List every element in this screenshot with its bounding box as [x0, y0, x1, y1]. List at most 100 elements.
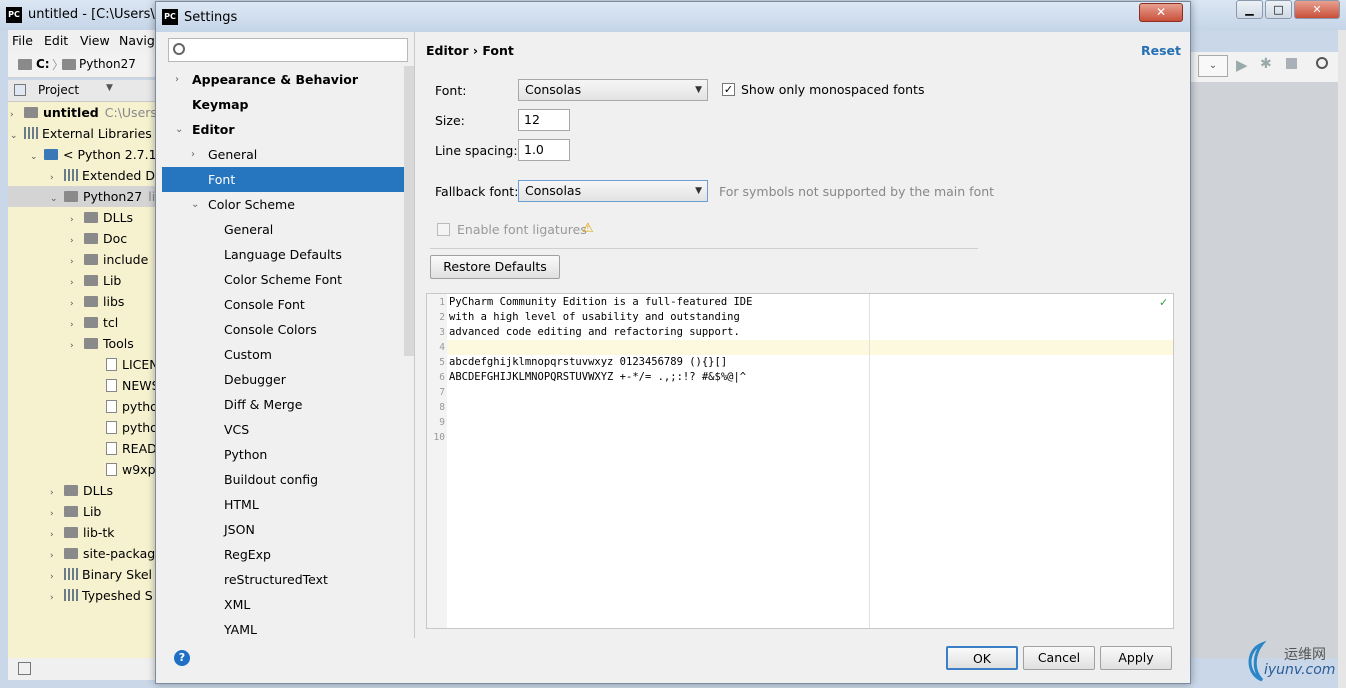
tree-item[interactable]: ⌄ External Libraries [8, 123, 163, 144]
tree-item[interactable]: ⌄ Python27 li [8, 186, 163, 207]
nav-item-general[interactable]: › General [162, 142, 414, 167]
project-tool-header[interactable]: Project ▼ [8, 80, 163, 102]
tree-item[interactable]: › Tools [8, 333, 163, 354]
tree-item[interactable]: › Doc [8, 228, 163, 249]
file-icon [106, 463, 117, 476]
nav-item-json[interactable]: JSON [162, 517, 414, 542]
nav-item-yaml[interactable]: YAML [162, 617, 414, 641]
tree-item[interactable]: › site-packag [8, 543, 163, 564]
tree-item[interactable]: › include [8, 249, 163, 270]
size-field[interactable]: 12 [518, 109, 570, 131]
ligatures-checkbox[interactable] [437, 223, 450, 236]
nav-item-appearance-behavior[interactable]: › Appearance & Behavior [162, 67, 414, 92]
folder-icon [64, 527, 78, 538]
tree-item[interactable]: › Extended D [8, 165, 163, 186]
preview-line: PyCharm Community Edition is a full-feat… [449, 296, 753, 308]
tree-item[interactable]: › Lib [8, 270, 163, 291]
breadcrumb-python27[interactable]: Python27 [79, 57, 136, 71]
dialog-title: Settings [184, 10, 238, 25]
nav-item-restructuredtext[interactable]: reStructuredText [162, 567, 414, 592]
nav-item-font[interactable]: Font [162, 167, 414, 192]
menu-navigate[interactable]: Navig [119, 33, 155, 48]
nav-item-label: Python [224, 447, 268, 462]
tree-item[interactable]: › DLLs [8, 480, 163, 501]
nav-item-custom[interactable]: Custom [162, 342, 414, 367]
restore-defaults-button[interactable]: Restore Defaults [430, 255, 560, 279]
search-icon[interactable] [1316, 57, 1328, 69]
nav-item-keymap[interactable]: Keymap [162, 92, 414, 117]
nav-item-color-scheme-font[interactable]: Color Scheme Font [162, 267, 414, 292]
tree-item[interactable]: › DLLs [8, 207, 163, 228]
tree-item[interactable]: READM [8, 438, 163, 459]
nav-item-general[interactable]: General [162, 217, 414, 242]
fallback-font-value: Consolas [525, 183, 582, 198]
reset-link[interactable]: Reset [1141, 43, 1181, 58]
nav-item-buildout-config[interactable]: Buildout config [162, 467, 414, 492]
chevron-down-icon[interactable]: ⌄ [191, 192, 199, 217]
help-icon[interactable]: ? [174, 650, 190, 666]
stop-icon[interactable] [1286, 58, 1297, 69]
nav-item-language-defaults[interactable]: Language Defaults [162, 242, 414, 267]
debug-icon[interactable]: ✱ [1260, 56, 1272, 72]
library-icon [64, 589, 78, 601]
folder-icon [24, 107, 38, 118]
tree-item[interactable]: w9xpop [8, 459, 163, 480]
nav-item-editor[interactable]: ⌄ Editor [162, 117, 414, 142]
line-spacing-field[interactable]: 1.0 [518, 139, 570, 161]
run-config-dropdown-icon[interactable]: ⌄ [1198, 55, 1228, 77]
monospaced-checkbox[interactable]: ✓ [722, 83, 735, 96]
run-icon[interactable]: ▶ [1236, 56, 1248, 74]
settings-search-input[interactable] [168, 38, 408, 62]
nav-scrollbar[interactable] [404, 66, 414, 356]
close-icon[interactable]: ✕ [1294, 0, 1340, 19]
tree-item[interactable]: NEWS.tx [8, 375, 163, 396]
nav-item-xml[interactable]: XML [162, 592, 414, 617]
menu-file[interactable]: File [12, 33, 33, 48]
chevron-right-icon[interactable]: › [191, 142, 195, 167]
menu-edit[interactable]: Edit [44, 33, 68, 48]
tree-item[interactable]: › tcl [8, 312, 163, 333]
tree-item[interactable]: ⌄ < Python 2.7.14 [8, 144, 163, 165]
tree-item[interactable]: › Binary Skel [8, 564, 163, 585]
apply-button[interactable]: Apply [1100, 646, 1172, 670]
nav-item-regexp[interactable]: RegExp [162, 542, 414, 567]
settings-dialog: PC Settings ✕ › Appearance & Behavior Keym… [155, 1, 1191, 684]
line-number-gutter: 1 2 3 4 5 6 7 8 9 10 [427, 294, 447, 628]
nav-item-color-scheme[interactable]: ⌄ Color Scheme [162, 192, 414, 217]
tree-item-label: DLLs [103, 210, 134, 225]
chevron-right-icon[interactable]: › [50, 588, 62, 609]
chevron-down-icon[interactable]: ⌄ [175, 117, 183, 142]
nav-item-console-colors[interactable]: Console Colors [162, 317, 414, 342]
chevron-right-icon[interactable]: › [175, 67, 179, 92]
tree-item[interactable]: python.e [8, 396, 163, 417]
menu-view[interactable]: View [80, 33, 110, 48]
nav-item-debugger[interactable]: Debugger [162, 367, 414, 392]
line-number: 6 [439, 372, 445, 383]
fallback-font-select[interactable]: Consolas ▼ [518, 180, 708, 202]
tree-item-path: C:\Users [104, 105, 157, 120]
nav-item-diff-merge[interactable]: Diff & Merge [162, 392, 414, 417]
nav-item-python[interactable]: Python [162, 442, 414, 467]
breadcrumb-editor[interactable]: Editor [426, 43, 469, 58]
breadcrumb-separator-icon: › [472, 43, 479, 58]
nav-item-html[interactable]: HTML [162, 492, 414, 517]
nav-item-vcs[interactable]: VCS [162, 417, 414, 442]
tree-item[interactable]: LICENSE [8, 354, 163, 375]
font-select[interactable]: Consolas ▼ [518, 79, 708, 101]
tool-window-toggle-icon[interactable] [18, 662, 31, 675]
tree-item[interactable]: › untitled C:\Users [8, 102, 163, 123]
dialog-close-button[interactable]: ✕ [1139, 3, 1183, 22]
breadcrumb-drive[interactable]: C: [36, 57, 50, 71]
tree-item[interactable]: › Lib [8, 501, 163, 522]
nav-item-console-font[interactable]: Console Font [162, 292, 414, 317]
tree-item[interactable]: › lib-tk [8, 522, 163, 543]
font-preview-editor[interactable]: 1 2 3 4 5 6 7 8 9 10 PyCharm Community Edition is… [426, 293, 1174, 629]
minimize-icon[interactable]: ▁ [1236, 0, 1263, 19]
tree-item-label: Lib [83, 504, 102, 519]
tree-item[interactable]: › libs [8, 291, 163, 312]
tree-item[interactable]: pythonw [8, 417, 163, 438]
cancel-button[interactable]: Cancel [1023, 646, 1095, 670]
tree-item[interactable]: › Typeshed S [8, 585, 163, 606]
maximize-icon[interactable]: □ [1265, 0, 1292, 19]
ok-button[interactable]: OK [946, 646, 1018, 670]
